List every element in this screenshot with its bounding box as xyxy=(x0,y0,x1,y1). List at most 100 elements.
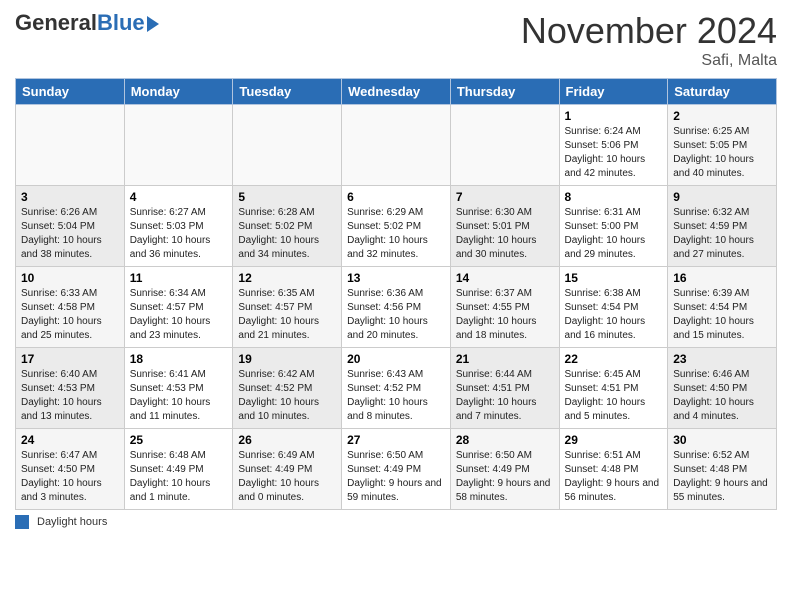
calendar-body: 1Sunrise: 6:24 AM Sunset: 5:06 PM Daylig… xyxy=(16,105,777,510)
day-number: 27 xyxy=(347,433,445,447)
legend-label: Daylight hours xyxy=(37,516,107,528)
day-info: Sunrise: 6:46 AM Sunset: 4:50 PM Dayligh… xyxy=(673,368,771,424)
calendar-cell: 4Sunrise: 6:27 AM Sunset: 5:03 PM Daylig… xyxy=(124,186,233,267)
day-info: Sunrise: 6:36 AM Sunset: 4:56 PM Dayligh… xyxy=(347,287,445,343)
day-number: 17 xyxy=(21,352,119,366)
logo: General Blue xyxy=(15,10,159,36)
calendar-cell: 9 Sunrise: 6:32 AM Sunset: 4:59 PM Daylig… xyxy=(668,186,777,267)
calendar-cell: 13 Sunrise: 6:36 AM Sunset: 4:56 PM Dayli… xyxy=(342,267,451,348)
legend-box-icon xyxy=(15,515,29,529)
calendar-cell xyxy=(124,105,233,186)
day-info: Sunrise: 6:24 AM Sunset: 5:06 PM Dayligh… xyxy=(565,125,663,181)
calendar-cell: 7 Sunrise: 6:30 AM Sunset: 5:01 PM Daylig… xyxy=(450,186,559,267)
day-number: 20 xyxy=(347,352,445,366)
day-number: 28 xyxy=(456,433,554,447)
calendar-cell: 14Sunrise: 6:37 AM Sunset: 4:55 PM Dayli… xyxy=(450,267,559,348)
day-info: Sunrise: 6:33 AM Sunset: 4:58 PM Dayligh… xyxy=(21,287,119,343)
day-number: 15 xyxy=(565,271,663,285)
day-info: Sunrise: 6:31 AM Sunset: 5:00 PM Dayligh… xyxy=(565,206,663,262)
column-header-monday: Monday xyxy=(124,79,233,105)
day-number: 7 xyxy=(456,190,554,204)
calendar: SundayMondayTuesdayWednesdayThursdayFrid… xyxy=(15,78,777,510)
calendar-cell: 12 Sunrise: 6:35 AM Sunset: 4:57 PM Dayli… xyxy=(233,267,342,348)
main-container: General Blue November 2024 Safi, Malta S… xyxy=(0,0,792,534)
week-row-4: 17Sunrise: 6:40 AM Sunset: 4:53 PM Dayli… xyxy=(16,348,777,429)
day-info: Sunrise: 6:50 AM Sunset: 4:49 PM Dayligh… xyxy=(347,449,445,505)
day-number: 9 xyxy=(673,190,771,204)
day-info: Sunrise: 6:42 AM Sunset: 4:52 PM Dayligh… xyxy=(238,368,336,424)
calendar-cell: 5 Sunrise: 6:28 AM Sunset: 5:02 PM Daylig… xyxy=(233,186,342,267)
logo-blue: Blue xyxy=(97,10,145,36)
day-info: Sunrise: 6:32 AM Sunset: 4:59 PM Dayligh… xyxy=(673,206,771,262)
calendar-cell: 6Sunrise: 6:29 AM Sunset: 5:02 PM Daylig… xyxy=(342,186,451,267)
day-number: 8 xyxy=(565,190,663,204)
day-number: 13 xyxy=(347,271,445,285)
calendar-cell: 2 Sunrise: 6:25 AM Sunset: 5:05 PM Daylig… xyxy=(668,105,777,186)
day-info: Sunrise: 6:52 AM Sunset: 4:48 PM Dayligh… xyxy=(673,449,771,505)
calendar-cell: 19 Sunrise: 6:42 AM Sunset: 4:52 PM Dayli… xyxy=(233,348,342,429)
day-number: 21 xyxy=(456,352,554,366)
calendar-cell: 21 Sunrise: 6:44 AM Sunset: 4:51 PM Dayli… xyxy=(450,348,559,429)
calendar-header: SundayMondayTuesdayWednesdayThursdayFrid… xyxy=(16,79,777,105)
day-info: Sunrise: 6:29 AM Sunset: 5:02 PM Dayligh… xyxy=(347,206,445,262)
day-number: 3 xyxy=(21,190,119,204)
day-number: 24 xyxy=(21,433,119,447)
calendar-cell: 15Sunrise: 6:38 AM Sunset: 4:54 PM Dayli… xyxy=(559,267,668,348)
calendar-cell: 8 Sunrise: 6:31 AM Sunset: 5:00 PM Daylig… xyxy=(559,186,668,267)
calendar-cell: 17Sunrise: 6:40 AM Sunset: 4:53 PM Dayli… xyxy=(16,348,125,429)
month-title: November 2024 xyxy=(521,10,777,52)
calendar-cell: 26 Sunrise: 6:49 AM Sunset: 4:49 PM Dayli… xyxy=(233,429,342,510)
logo-arrow-icon xyxy=(147,16,159,32)
calendar-cell: 20Sunrise: 6:43 AM Sunset: 4:52 PM Dayli… xyxy=(342,348,451,429)
week-row-1: 1Sunrise: 6:24 AM Sunset: 5:06 PM Daylig… xyxy=(16,105,777,186)
calendar-cell: 27 Sunrise: 6:50 AM Sunset: 4:49 PM Dayli… xyxy=(342,429,451,510)
calendar-cell: 23 Sunrise: 6:46 AM Sunset: 4:50 PM Dayli… xyxy=(668,348,777,429)
calendar-cell: 28 Sunrise: 6:50 AM Sunset: 4:49 PM Dayli… xyxy=(450,429,559,510)
day-number: 5 xyxy=(238,190,336,204)
day-number: 11 xyxy=(130,271,228,285)
day-number: 19 xyxy=(238,352,336,366)
column-header-sunday: Sunday xyxy=(16,79,125,105)
calendar-cell: 30 Sunrise: 6:52 AM Sunset: 4:48 PM Dayli… xyxy=(668,429,777,510)
day-number: 26 xyxy=(238,433,336,447)
calendar-cell: 10 Sunrise: 6:33 AM Sunset: 4:58 PM Dayli… xyxy=(16,267,125,348)
logo-text: General Blue xyxy=(15,10,159,36)
calendar-cell: 11Sunrise: 6:34 AM Sunset: 4:57 PM Dayli… xyxy=(124,267,233,348)
day-info: Sunrise: 6:35 AM Sunset: 4:57 PM Dayligh… xyxy=(238,287,336,343)
day-info: Sunrise: 6:45 AM Sunset: 4:51 PM Dayligh… xyxy=(565,368,663,424)
day-number: 2 xyxy=(673,109,771,123)
day-info: Sunrise: 6:51 AM Sunset: 4:48 PM Dayligh… xyxy=(565,449,663,505)
day-info: Sunrise: 6:50 AM Sunset: 4:49 PM Dayligh… xyxy=(456,449,554,505)
day-number: 29 xyxy=(565,433,663,447)
day-info: Sunrise: 6:44 AM Sunset: 4:51 PM Dayligh… xyxy=(456,368,554,424)
day-number: 16 xyxy=(673,271,771,285)
calendar-cell: 1Sunrise: 6:24 AM Sunset: 5:06 PM Daylig… xyxy=(559,105,668,186)
day-info: Sunrise: 6:26 AM Sunset: 5:04 PM Dayligh… xyxy=(21,206,119,262)
day-number: 25 xyxy=(130,433,228,447)
day-info: Sunrise: 6:49 AM Sunset: 4:49 PM Dayligh… xyxy=(238,449,336,505)
calendar-cell: 18Sunrise: 6:41 AM Sunset: 4:53 PM Dayli… xyxy=(124,348,233,429)
column-header-thursday: Thursday xyxy=(450,79,559,105)
day-info: Sunrise: 6:28 AM Sunset: 5:02 PM Dayligh… xyxy=(238,206,336,262)
day-info: Sunrise: 6:39 AM Sunset: 4:54 PM Dayligh… xyxy=(673,287,771,343)
day-number: 30 xyxy=(673,433,771,447)
day-info: Sunrise: 6:25 AM Sunset: 5:05 PM Dayligh… xyxy=(673,125,771,181)
day-info: Sunrise: 6:30 AM Sunset: 5:01 PM Dayligh… xyxy=(456,206,554,262)
calendar-cell: 25 Sunrise: 6:48 AM Sunset: 4:49 PM Dayli… xyxy=(124,429,233,510)
footer: Daylight hours xyxy=(15,515,777,529)
calendar-cell: 24Sunrise: 6:47 AM Sunset: 4:50 PM Dayli… xyxy=(16,429,125,510)
day-info: Sunrise: 6:48 AM Sunset: 4:49 PM Dayligh… xyxy=(130,449,228,505)
day-number: 10 xyxy=(21,271,119,285)
day-info: Sunrise: 6:41 AM Sunset: 4:53 PM Dayligh… xyxy=(130,368,228,424)
calendar-cell: 29 Sunrise: 6:51 AM Sunset: 4:48 PM Dayli… xyxy=(559,429,668,510)
week-row-2: 3 Sunrise: 6:26 AM Sunset: 5:04 PM Daylig… xyxy=(16,186,777,267)
calendar-cell xyxy=(16,105,125,186)
calendar-cell xyxy=(233,105,342,186)
week-row-3: 10 Sunrise: 6:33 AM Sunset: 4:58 PM Dayli… xyxy=(16,267,777,348)
day-number: 23 xyxy=(673,352,771,366)
day-number: 4 xyxy=(130,190,228,204)
day-number: 12 xyxy=(238,271,336,285)
column-header-wednesday: Wednesday xyxy=(342,79,451,105)
calendar-cell: 16 Sunrise: 6:39 AM Sunset: 4:54 PM Dayli… xyxy=(668,267,777,348)
calendar-cell: 3 Sunrise: 6:26 AM Sunset: 5:04 PM Daylig… xyxy=(16,186,125,267)
